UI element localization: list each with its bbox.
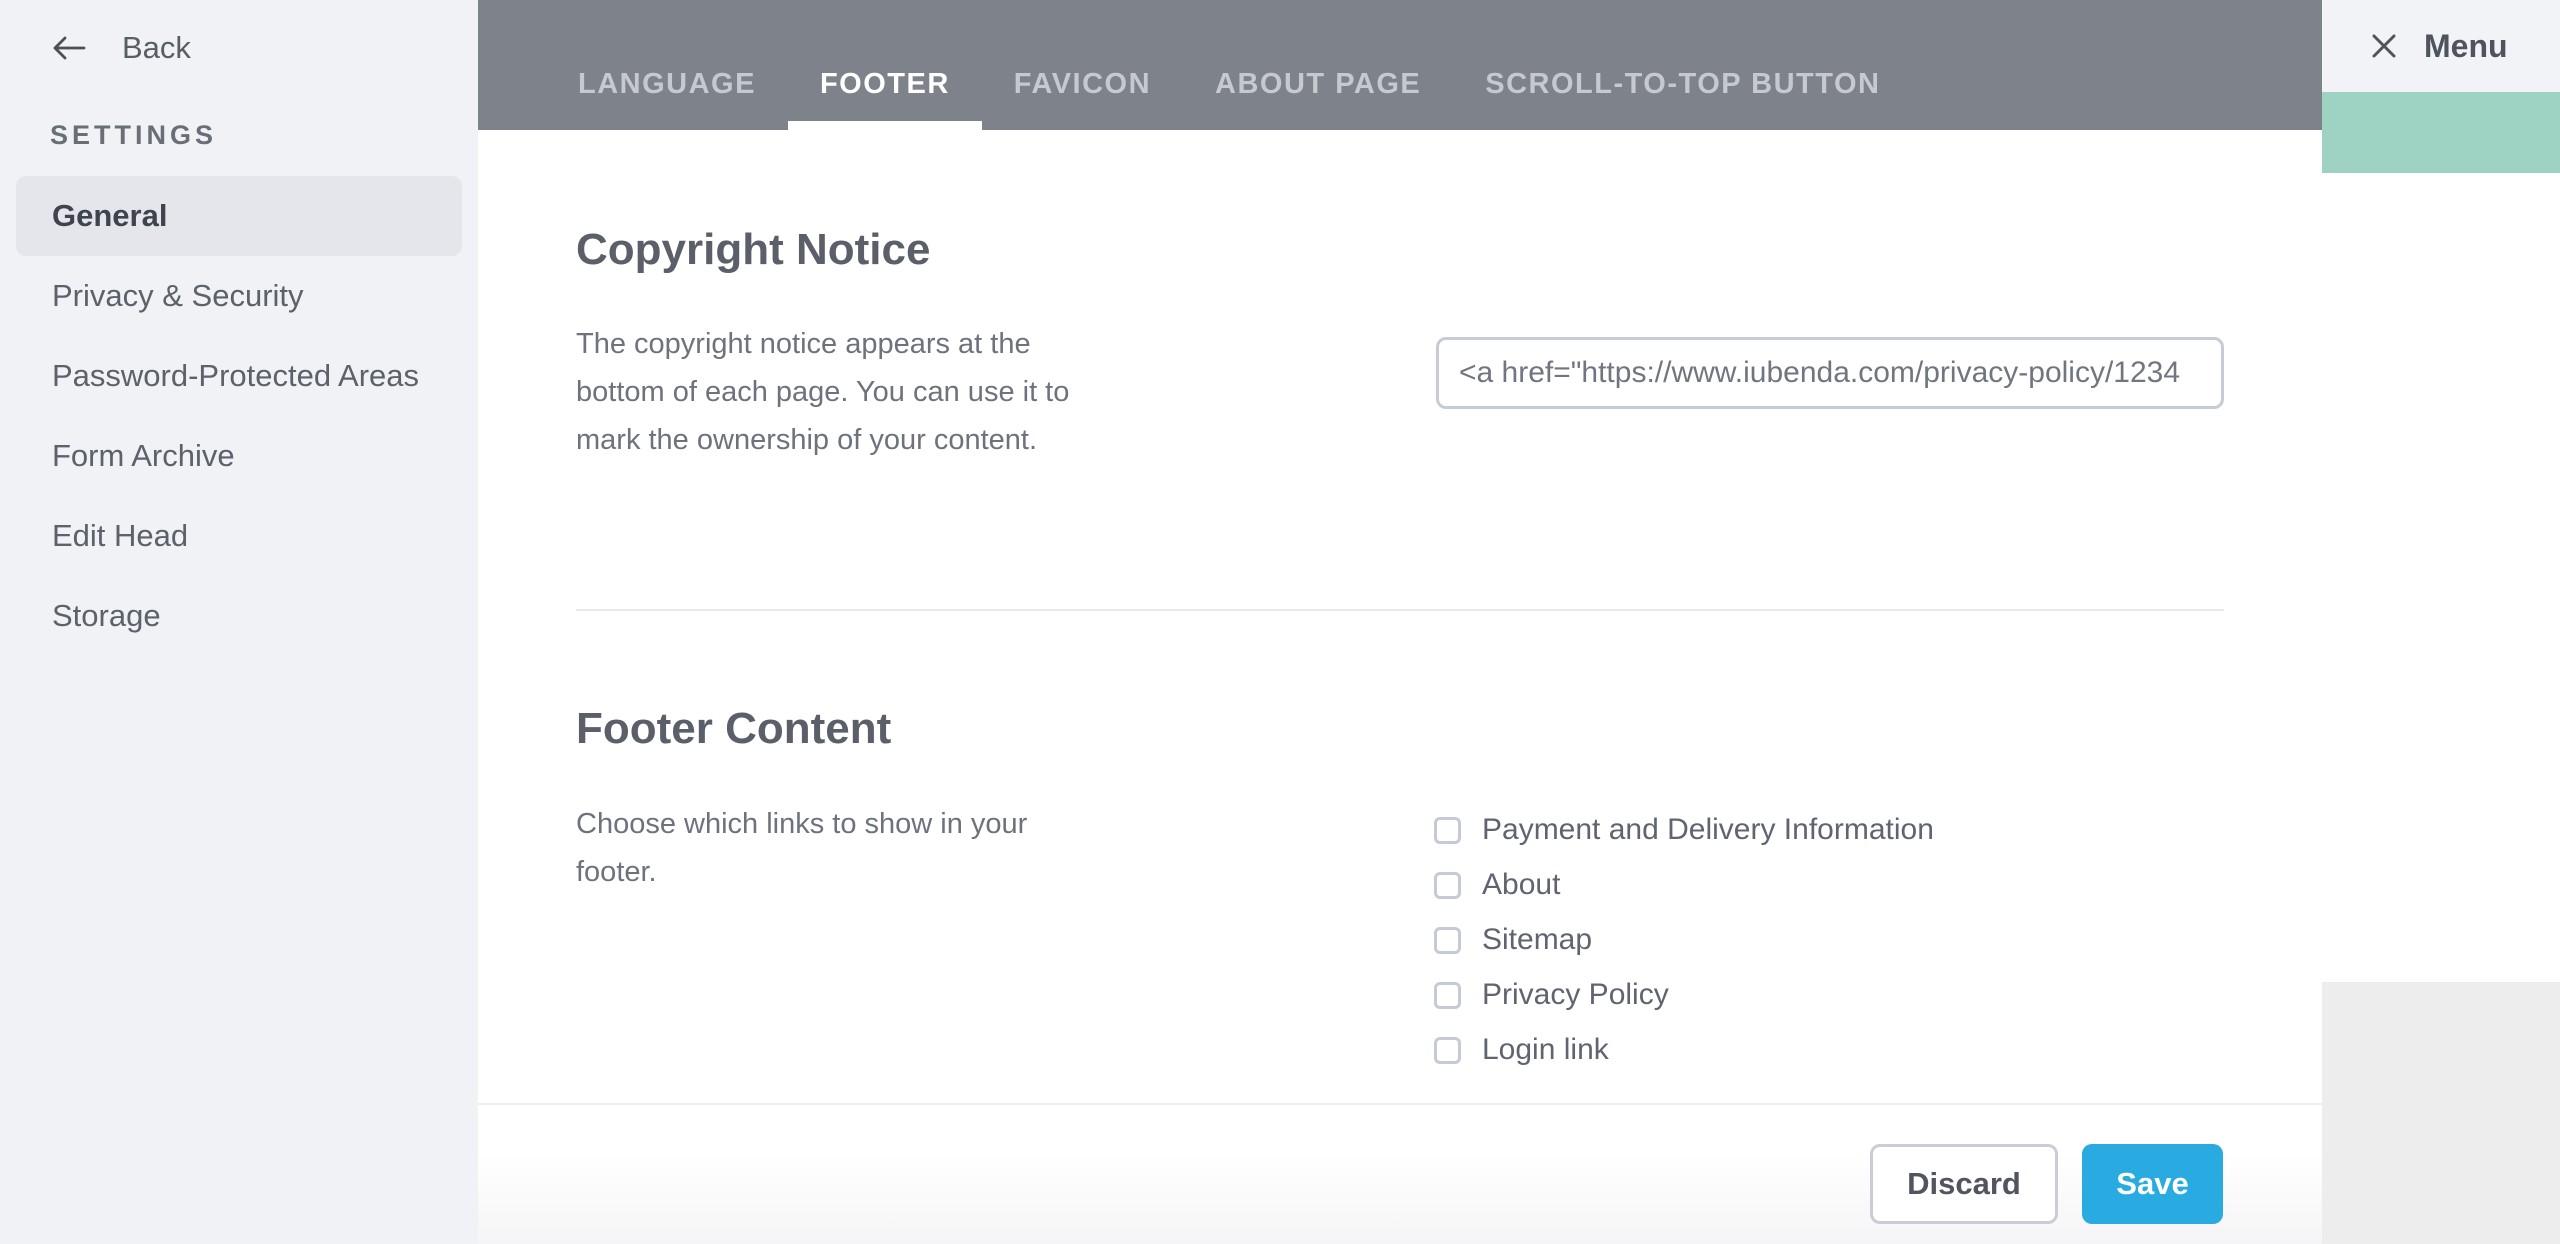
sidebar-section-title: SETTINGS [50, 120, 217, 151]
copyright-notice-title: Copyright Notice [576, 223, 930, 277]
checkbox-privacy-policy[interactable] [1434, 982, 1461, 1009]
arrow-left-icon [52, 35, 86, 61]
checkbox-label: Login link [1482, 1033, 1609, 1067]
checkbox-row-about[interactable]: About [1434, 868, 1934, 902]
checkbox-row-sitemap[interactable]: Sitemap [1434, 923, 1934, 957]
menu-label: Menu [2424, 28, 2508, 65]
menu-panel: Menu [2322, 0, 2560, 1244]
sidebar-item-password-protected-areas[interactable]: Password-Protected Areas [0, 336, 478, 416]
sidebar-item-edit-head[interactable]: Edit Head [0, 496, 478, 576]
sidebar-item-privacy-security[interactable]: Privacy & Security [0, 256, 478, 336]
save-button[interactable]: Save [2082, 1144, 2223, 1224]
checkbox-label: Sitemap [1482, 923, 1592, 957]
sidebar-nav: General Privacy & Security Password-Prot… [0, 176, 478, 656]
checkbox-payment-delivery[interactable] [1434, 817, 1461, 844]
tab-favicon[interactable]: FAVICON [982, 0, 1183, 130]
checkbox-login-link[interactable] [1434, 1037, 1461, 1064]
copyright-notice-description: The copyright notice appears at the bott… [576, 320, 1096, 464]
copyright-notice-input[interactable] [1436, 337, 2224, 409]
main-content: LANGUAGE FOOTER FAVICON ABOUT PAGE SCROL… [478, 0, 2322, 1244]
sidebar-item-form-archive[interactable]: Form Archive [0, 416, 478, 496]
sidebar-item-general[interactable]: General [16, 176, 462, 256]
footer-content-description: Choose which links to show in your foote… [576, 800, 1096, 896]
checkbox-label: Privacy Policy [1482, 978, 1669, 1012]
tab-footer[interactable]: FOOTER [788, 0, 982, 130]
tab-about-page[interactable]: ABOUT PAGE [1183, 0, 1453, 130]
settings-tabbar: LANGUAGE FOOTER FAVICON ABOUT PAGE SCROL… [478, 0, 2322, 130]
back-label: Back [122, 30, 191, 66]
checkbox-about[interactable] [1434, 872, 1461, 899]
tab-language[interactable]: LANGUAGE [546, 0, 788, 130]
sidebar-item-storage[interactable]: Storage [0, 576, 478, 656]
settings-sidebar: Back SETTINGS General Privacy & Security… [0, 0, 478, 1244]
menu-close-header[interactable]: Menu [2322, 0, 2560, 92]
menu-teal-bar [2322, 92, 2560, 173]
checkbox-row-login-link[interactable]: Login link [1434, 1033, 1934, 1067]
menu-gray-area [2322, 982, 2560, 1244]
action-bar: Discard Save [478, 1103, 2322, 1244]
footer-links-checkbox-list: Payment and Delivery Information About S… [1434, 813, 1934, 1067]
back-button[interactable]: Back [52, 30, 191, 66]
checkbox-row-privacy-policy[interactable]: Privacy Policy [1434, 978, 1934, 1012]
section-divider [576, 609, 2224, 611]
settings-screen: Back SETTINGS General Privacy & Security… [0, 0, 2560, 1244]
checkbox-label: Payment and Delivery Information [1482, 813, 1934, 847]
tab-scroll-to-top-button[interactable]: SCROLL-TO-TOP BUTTON [1453, 0, 1912, 130]
footer-content-title: Footer Content [576, 702, 891, 756]
checkbox-sitemap[interactable] [1434, 927, 1461, 954]
checkbox-row-payment-delivery[interactable]: Payment and Delivery Information [1434, 813, 1934, 847]
close-icon[interactable] [2370, 32, 2398, 60]
discard-button[interactable]: Discard [1870, 1144, 2058, 1224]
checkbox-label: About [1482, 868, 1560, 902]
